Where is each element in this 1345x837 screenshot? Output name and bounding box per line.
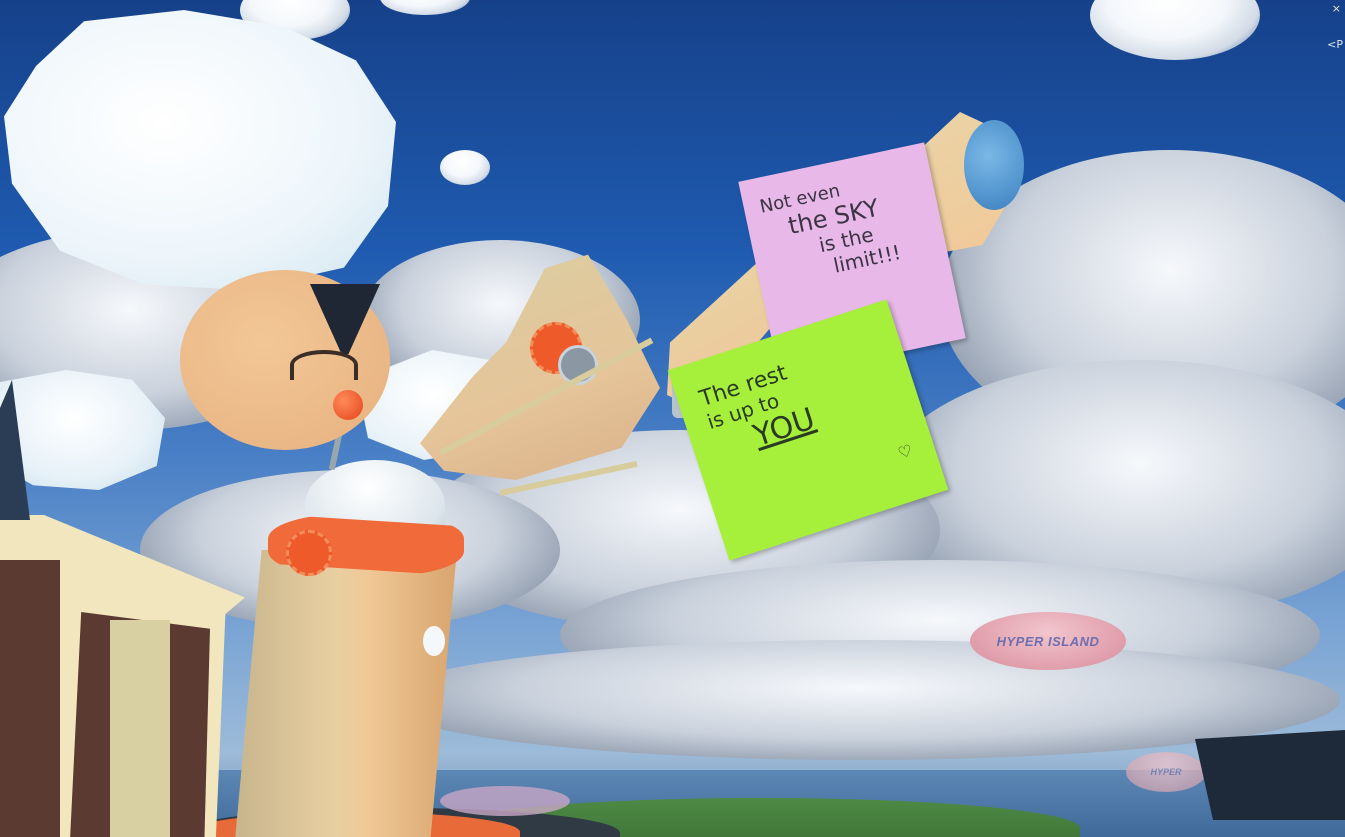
pink-disc (440, 786, 570, 816)
distant-blimp: HYPER (1126, 752, 1206, 792)
hyper-island-blimp: HYPER ISLAND (970, 612, 1126, 670)
building-window (0, 560, 60, 837)
robot-gear (286, 530, 332, 576)
lowpoly-cloud (4, 10, 396, 290)
heart-icon: ♡ (895, 439, 915, 463)
robot-light (423, 626, 445, 656)
cloud (440, 150, 490, 185)
cloud (380, 0, 470, 15)
building-column (110, 620, 170, 837)
close-icon[interactable]: × (1332, 2, 1341, 15)
robot-nose (333, 390, 363, 420)
cloud (1090, 0, 1260, 60)
game-viewport[interactable]: HYPER ISLAND HYPER Not even the SKY is t… (0, 0, 1345, 837)
blimp-label-small: HYPER (1150, 767, 1182, 777)
partial-ui-label[interactable]: <P (1327, 38, 1343, 51)
blimp-label: HYPER ISLAND (996, 633, 1100, 649)
head-eyebrow (290, 350, 358, 380)
upper-limb-cap (964, 120, 1024, 210)
dark-block (1195, 730, 1345, 820)
robot-tower (235, 550, 457, 837)
